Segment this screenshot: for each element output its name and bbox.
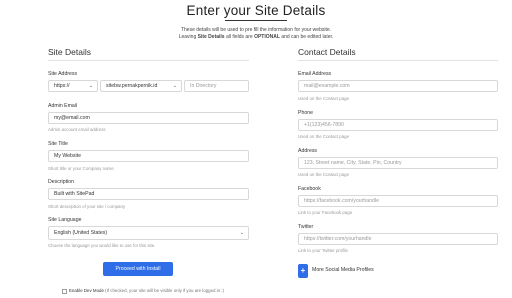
email-address-field[interactable]: mail@example.com (298, 80, 498, 92)
more-social-profiles-label[interactable]: More Social Media Profiles (312, 267, 374, 273)
site-title-field[interactable]: My Website (48, 150, 249, 162)
chevron-down-icon: ⌄ (239, 230, 244, 236)
proceed-install-button[interactable]: Proceed with Install (103, 262, 173, 276)
contact-details-divider (298, 60, 498, 61)
site-language-help: Choose the language you would like to us… (48, 243, 156, 248)
title-underline (225, 20, 287, 21)
twitter-help: Link to your Twitter profile (298, 248, 348, 253)
phone-field[interactable]: +1(123)456-7890 (298, 119, 498, 131)
description-help: Short description of your site / company (48, 204, 126, 209)
email-address-help: Used on the Contact page (298, 96, 350, 101)
site-language-select[interactable]: English (United States) ⌄ (48, 226, 249, 240)
phone-help: Used on the Contact page (298, 134, 350, 139)
address-help: Used on the Contact page (298, 172, 350, 177)
facebook-label: Facebook (298, 186, 321, 192)
site-details-heading: Site Details (48, 47, 91, 57)
admin-email-help: Admin account email address (48, 127, 106, 132)
dev-mode-checkbox[interactable] (62, 289, 67, 294)
site-details-divider (48, 60, 249, 61)
dev-mode-label: Enable Dev Mode (If checked, your site w… (69, 288, 224, 293)
intro-optional-note: Leaving Site Details all fields are OPTI… (178, 34, 334, 40)
description-field[interactable]: Built with SitePad (48, 188, 249, 200)
protocol-select[interactable]: https:// ⌄ (48, 80, 98, 92)
intro-text: These details will be used to pre fill t… (180, 27, 332, 33)
site-title-help: Short title or your Company name (48, 166, 114, 171)
address-field[interactable]: 123, Street name, City, State, Pin, Coun… (298, 157, 498, 169)
site-language-label: Site Language (48, 217, 82, 223)
site-title-label: Site Title (48, 141, 68, 147)
facebook-help: Link to your Facebook page (298, 210, 353, 215)
add-social-profile-button[interactable]: + (298, 264, 308, 278)
description-label: Description (48, 179, 74, 185)
plus-icon: + (300, 266, 306, 275)
chevron-down-icon: ⌄ (172, 83, 177, 89)
admin-email-label: Admin Email (48, 103, 78, 109)
contact-details-heading: Contact Details (298, 47, 356, 57)
phone-label: Phone (298, 110, 314, 116)
page-title: Enter your Site Details (186, 3, 326, 18)
twitter-field[interactable]: https://twitter.com/yourhandle (298, 233, 498, 245)
email-address-label: Email Address (298, 71, 332, 77)
chevron-down-icon: ⌄ (88, 83, 93, 89)
twitter-label: Twitter (298, 224, 314, 230)
directory-input[interactable]: In Directory (184, 80, 249, 92)
site-address-label: Site Address (48, 71, 78, 77)
domain-select[interactable]: sitebw.pernakpernik.id ⌄ (100, 80, 182, 92)
facebook-field[interactable]: https://facebook.com/yourhandle (298, 195, 498, 207)
address-label: Address (298, 148, 318, 154)
admin-email-field[interactable]: my@email.com (48, 112, 249, 124)
